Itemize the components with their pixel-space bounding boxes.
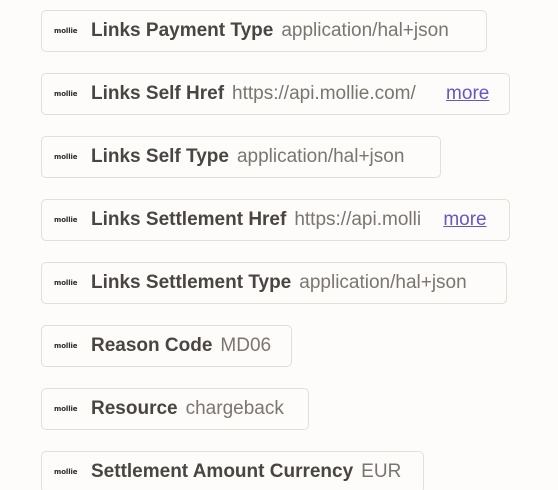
field-pill-links-payment-type[interactable]: mollie Links Payment Type application/ha… <box>41 10 487 52</box>
mollie-logo-icon: mollie <box>54 468 78 476</box>
field-label: Settlement Amount Currency <box>91 461 354 482</box>
field-value: application/hal+json <box>236 146 405 167</box>
mollie-logo-icon: mollie <box>54 153 78 161</box>
field-pill-links-self-type[interactable]: mollie Links Self Type application/hal+j… <box>41 136 441 178</box>
field-value: https://api.mollie.com/ <box>232 83 416 104</box>
field-label: Links Self Type <box>91 146 229 167</box>
mollie-logo-icon: mollie <box>54 216 78 224</box>
field-label: Reason Code <box>91 335 213 356</box>
field-value: MD06 <box>220 335 272 356</box>
mollie-logo-icon: mollie <box>54 342 78 350</box>
field-pill-resource[interactable]: mollie Resource chargeback <box>41 388 309 430</box>
field-value: application/hal+json <box>299 272 467 293</box>
field-pill-settlement-amount-currency[interactable]: mollie Settlement Amount Currency EUR <box>41 451 424 490</box>
field-label: Links Payment Type <box>91 20 274 41</box>
field-label: Links Self Href <box>91 83 225 104</box>
mollie-logo-icon: mollie <box>54 405 78 413</box>
mollie-logo-icon: mollie <box>54 279 78 287</box>
field-pill-links-self-href[interactable]: mollie Links Self Href https://api.molli… <box>41 73 510 115</box>
field-pill-links-settlement-type[interactable]: mollie Links Settlement Type application… <box>41 262 507 304</box>
field-pill-reason-code[interactable]: mollie Reason Code MD06 <box>41 325 292 367</box>
field-label: Links Settlement Href <box>91 209 287 230</box>
field-value: chargeback <box>185 398 284 419</box>
field-label: Links Settlement Type <box>91 272 292 293</box>
more-link[interactable]: more <box>446 83 489 105</box>
mollie-logo-icon: mollie <box>54 90 78 98</box>
field-pill-links-settlement-href[interactable]: mollie Links Settlement Href https://api… <box>41 199 510 241</box>
field-label: Resource <box>91 398 178 419</box>
field-value: EUR <box>361 461 402 482</box>
more-link[interactable]: more <box>443 209 486 231</box>
field-list: mollie Links Payment Type application/ha… <box>0 0 558 490</box>
mollie-logo-icon: mollie <box>54 27 78 35</box>
field-value: application/hal+json <box>281 20 449 41</box>
field-value: https://api.molli <box>294 209 422 230</box>
